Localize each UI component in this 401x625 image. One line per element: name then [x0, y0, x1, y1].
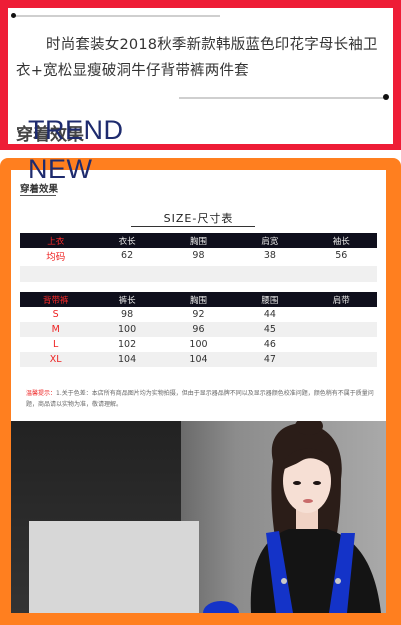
- table-row: M 100 96 45: [20, 322, 377, 337]
- table-header-cell: 腰围: [234, 292, 306, 307]
- size-label: L: [53, 339, 59, 350]
- table-header-cell: 肩宽: [234, 233, 306, 248]
- product-title: 时尚套装女2018秋季新款韩版蓝色印花字母长袖卫衣+宽松显瘦破洞牛仔背带裤两件套: [16, 37, 378, 79]
- table-cell: 45: [234, 322, 306, 337]
- table-header-cell: 胸围: [162, 292, 235, 307]
- table-cell: 92: [192, 309, 205, 320]
- table-header-row: 背带裤 裤长 胸围 腰围 肩带: [20, 292, 377, 307]
- table-cell: 62: [121, 250, 134, 261]
- table-row: 均码 62 98 38 56: [20, 248, 377, 263]
- size-chart-image[interactable]: 穿着效果 SIZE-尺寸表 上衣 衣长 胸围 肩宽 袖长 均码 62 98 38…: [11, 170, 386, 422]
- size-label: XL: [20, 352, 92, 367]
- table-cell: 100: [91, 322, 163, 337]
- note-label: 温馨提示：: [26, 390, 57, 397]
- table-cell: 104: [91, 352, 163, 367]
- table-cell: 96: [162, 322, 235, 337]
- table-header-cell: 衣长: [91, 233, 163, 248]
- title-underline: [131, 226, 255, 227]
- table-cell: [305, 352, 377, 367]
- table-header-cell: 上衣: [20, 233, 92, 248]
- decorative-dot-bottom: [383, 94, 389, 100]
- table-cell: 98: [192, 250, 205, 261]
- table-header-row: 上衣 衣长 胸围 肩宽 袖长: [20, 233, 377, 248]
- table-row: S 98 92 44: [20, 307, 377, 322]
- decorative-line-top: [14, 15, 220, 17]
- note-text: 1.关于色差：本店所有商品图片均为实物拍摄，但由于显示器品牌不同以及显示器颜色校…: [26, 390, 374, 408]
- table-cell: 38: [263, 250, 276, 261]
- size-note: 温馨提示：1.关于色差：本店所有商品图片均为实物拍摄，但由于显示器品牌不同以及显…: [26, 388, 376, 410]
- table-cell: 102: [118, 339, 137, 350]
- sign-text-line1: TREND: [28, 115, 124, 145]
- table-cell: 47: [234, 352, 306, 367]
- trend-sign-board: [29, 521, 199, 613]
- table-cell: 56: [335, 250, 348, 261]
- table-header-cell: 胸围: [162, 233, 235, 248]
- size-label: M: [20, 322, 92, 337]
- decorative-dot-top: [11, 13, 16, 18]
- table-cell: [305, 322, 377, 337]
- table-header-cell: 肩带: [305, 292, 377, 307]
- table-row: XL 104 104 47: [20, 352, 377, 367]
- table-cell: [306, 307, 377, 322]
- table-cell: 46: [263, 339, 276, 350]
- table-header-cell: 袖长: [305, 233, 377, 248]
- size-label: S: [52, 309, 59, 320]
- table-cell: 100: [189, 339, 208, 350]
- decorative-line-bottom: [179, 97, 387, 99]
- table-header-cell: 裤长: [91, 292, 163, 307]
- top-size-table: 上衣 衣长 胸围 肩宽 袖长 均码 62 98 38 56: [20, 233, 377, 263]
- heading-underline: [20, 195, 56, 196]
- table-cell: 44: [263, 309, 276, 320]
- model-photo[interactable]: [11, 421, 386, 613]
- table-spacer: [20, 266, 377, 282]
- table-row: L 102 100 46: [20, 337, 377, 352]
- size-chart-title: SIZE-尺寸表: [163, 212, 234, 225]
- sign-text-line2: NEW: [28, 154, 93, 184]
- size-label: 均码: [46, 251, 66, 263]
- table-cell: 98: [121, 309, 134, 320]
- table-header-cell: 背带裤: [20, 292, 92, 307]
- table-cell: 104: [162, 352, 235, 367]
- table-cell: [306, 337, 377, 352]
- bottom-size-table: 背带裤 裤长 胸围 腰围 肩带 S 98 92 44 M 100 96 45 L…: [20, 292, 377, 367]
